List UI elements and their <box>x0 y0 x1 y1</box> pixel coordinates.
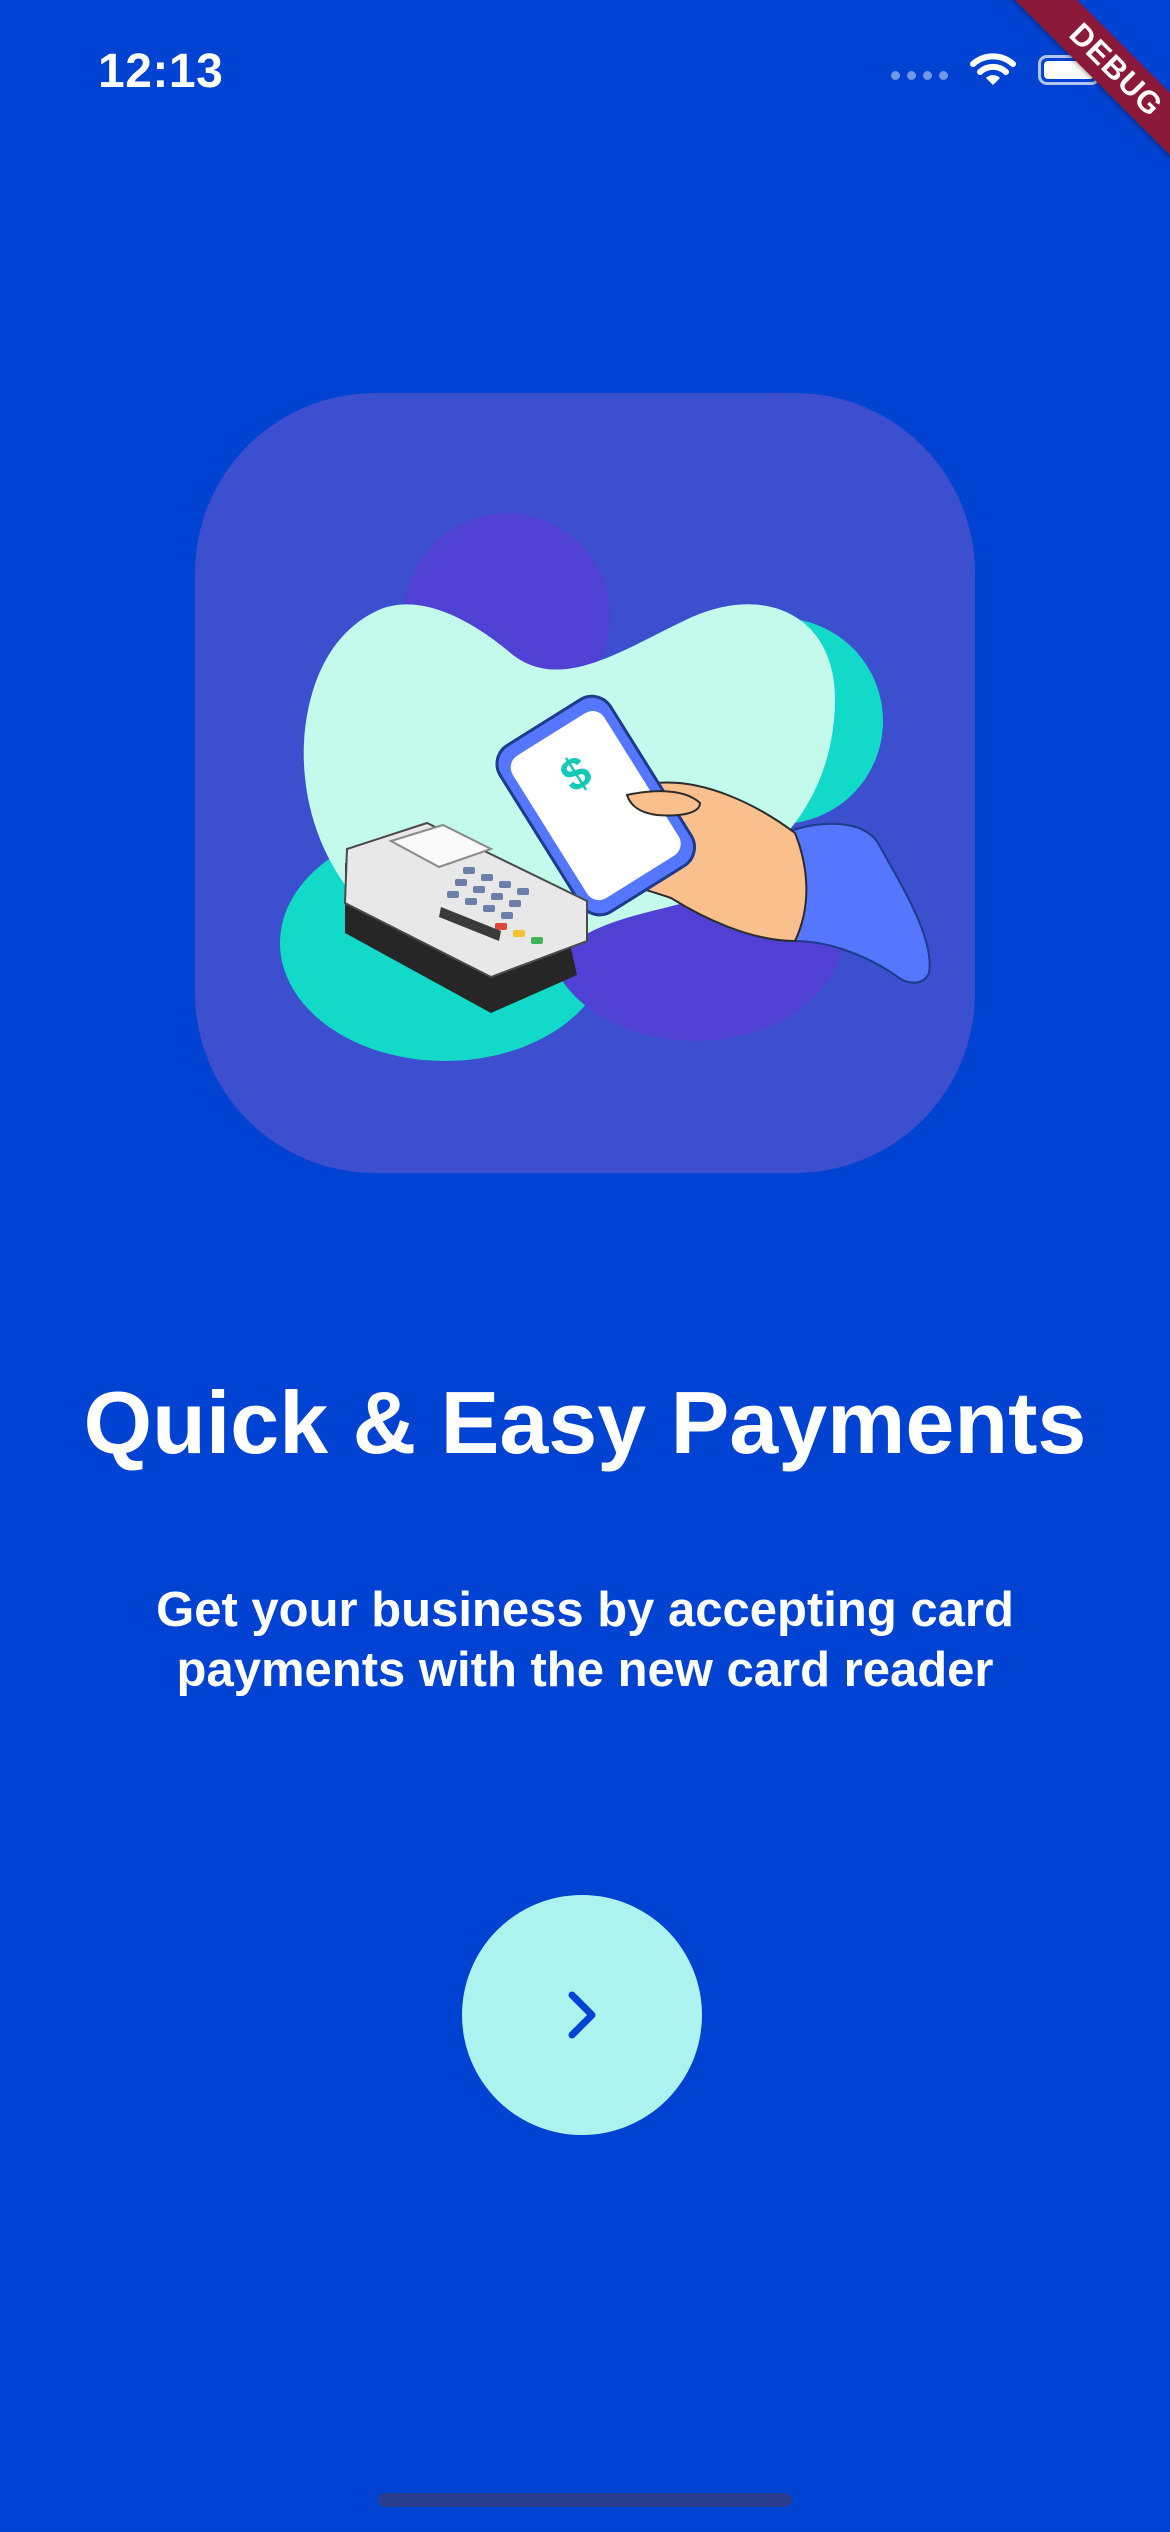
onboarding-subtitle: Get your business by accepting card paym… <box>156 1583 1014 1697</box>
chevron-right-icon <box>568 1991 596 2039</box>
debug-banner: DEBUG <box>994 0 1170 180</box>
cellular-dots-icon <box>891 70 948 80</box>
debug-banner-wrap: DEBUG <box>990 0 1170 180</box>
next-button[interactable] <box>462 1895 702 2135</box>
illustration-card: $ <box>195 393 975 1173</box>
status-time: 12:13 <box>98 45 224 98</box>
home-indicator[interactable] <box>378 2493 792 2507</box>
onboarding-title: Quick & Easy Payments <box>83 1373 1087 1472</box>
contactless-payment-illustration: $ <box>280 513 931 1061</box>
